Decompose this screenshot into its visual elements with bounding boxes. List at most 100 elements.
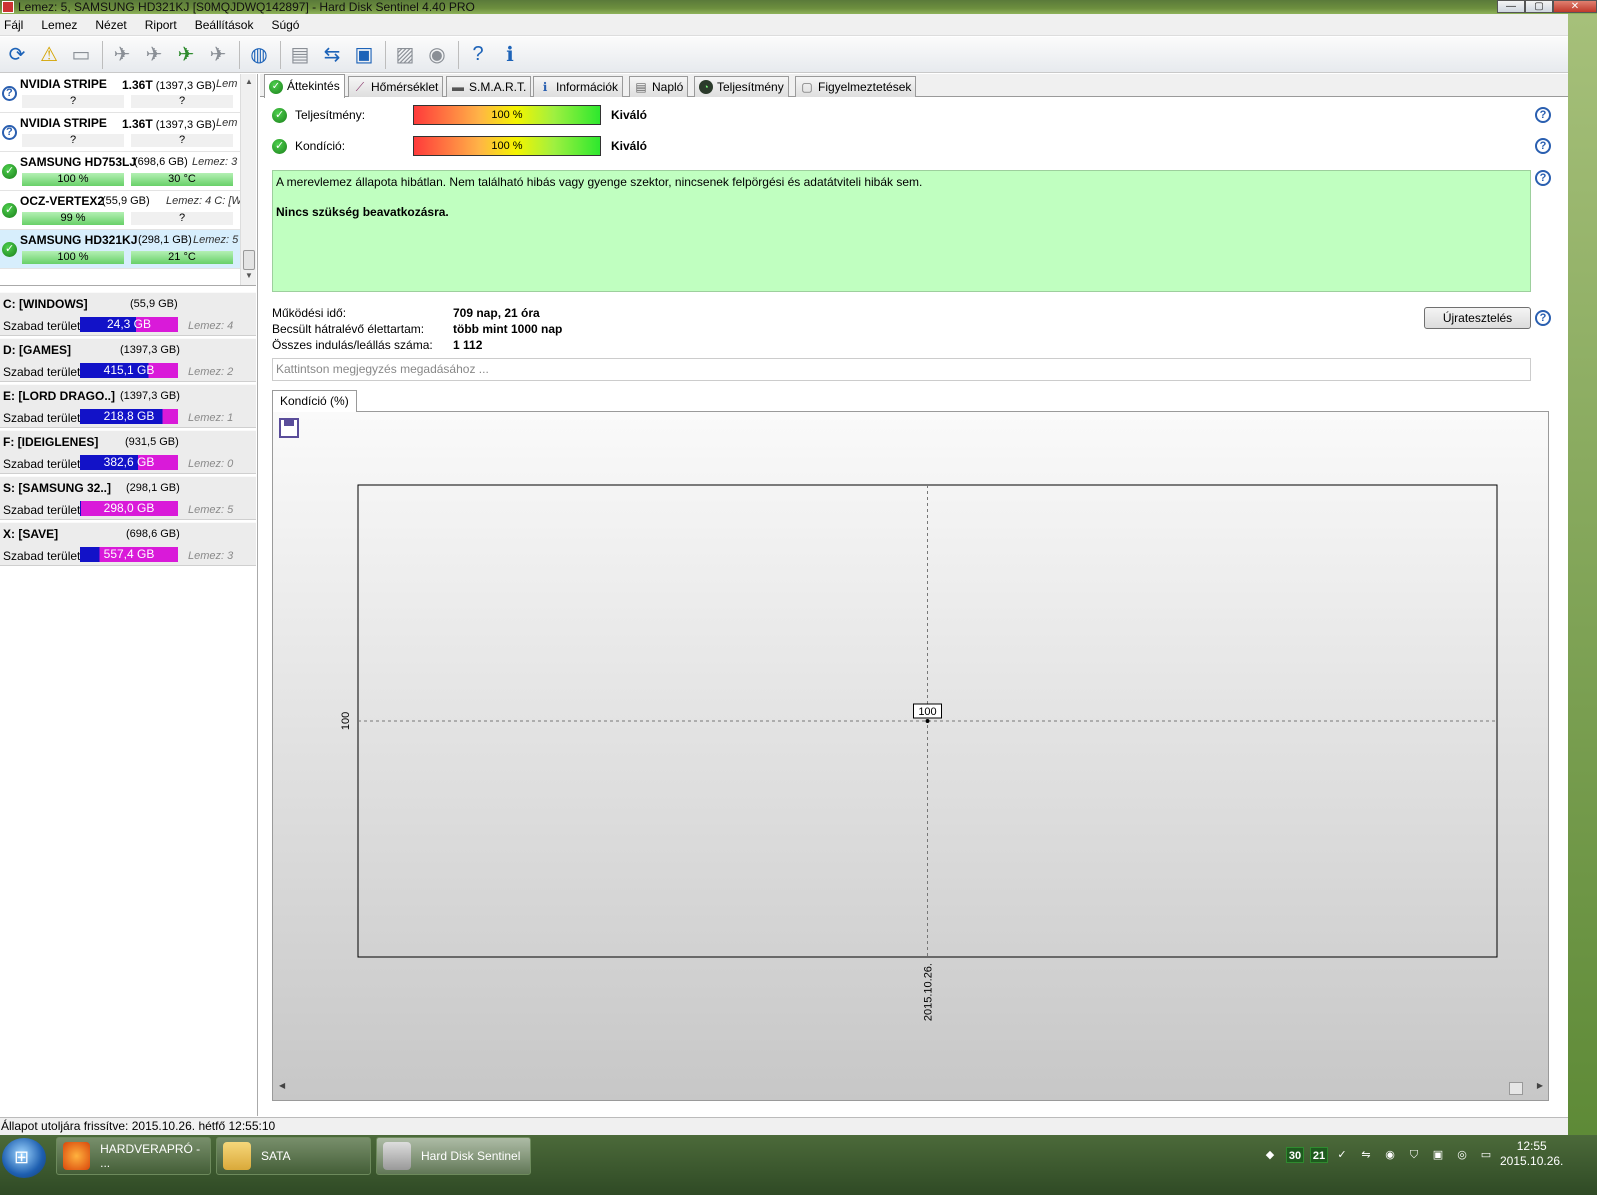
disk-name: NVIDIA STRIPE [20,116,107,130]
performance-gauge: 100 % [413,105,601,125]
clock[interactable]: 12:55 2015.10.26. [1500,1139,1563,1169]
volume-disk: Lemez: 3 [188,550,234,562]
info-icon: ℹ [542,80,548,94]
tab-label: Teljesítmény [717,79,784,94]
tab-temperature[interactable]: ⟋ Hőmérséklet [348,76,444,97]
disk-extra: Lem [216,78,238,90]
menu-help[interactable]: Súgó [269,18,307,32]
tab-information[interactable]: ℹ Információk [533,76,624,97]
tray-network-icon[interactable]: ▭ [1478,1147,1494,1163]
disk-item[interactable]: OCZ-VERTEX2 (55,9 GB) Lemez: 4 C: [WI 99… [0,191,245,230]
task-label: Hard Disk Sentinel [421,1149,521,1163]
status-bar: Állapot utoljára frissítve: 2015.10.26. … [0,1117,1568,1135]
tray-temp-2[interactable]: 21 [1310,1147,1328,1163]
free-space-bar: 298,0 GB [80,501,178,516]
satellite-icon[interactable]: ✈ [203,40,233,70]
speaker-icon[interactable]: ◉ [422,40,452,70]
start-button[interactable]: ⊞ [2,1138,46,1178]
disk-extra: Lemez: 4 C: [WI [166,195,245,207]
tray-usb-icon[interactable]: ⇋ [1358,1147,1374,1163]
scroll-right-icon[interactable]: ▶ [1537,1081,1543,1090]
tray-update-icon[interactable]: ◎ [1454,1147,1470,1163]
disk-size: 1.36T (1397,3 GB) [122,117,216,131]
volume-name: X: [SAVE] [3,527,59,541]
disk-item[interactable]: NVIDIA STRIPE 1.36T (1397,3 GB) Lem ? ? [0,74,240,113]
window-title: Lemez: 5, SAMSUNG HD321KJ [S0MQJDWQ14289… [18,0,475,14]
help-icon[interactable]: ? [1535,138,1551,154]
tab-condition-chart[interactable]: Kondíció (%) [272,390,357,412]
info-icon[interactable]: ℹ [495,40,525,70]
maximize-button[interactable]: ▢ [1525,0,1553,13]
disk-item[interactable]: SAMSUNG HD753LJ (698,6 GB) Lemez: 3 100 … [0,152,240,191]
disk-item-selected[interactable]: SAMSUNG HD321KJ (298,1 GB) Lemez: 5 100 … [0,230,240,269]
tray-nvidia-icon[interactable]: ▣ [1430,1147,1446,1163]
minimize-button[interactable]: — [1497,0,1525,13]
scroll-thumb[interactable] [1509,1082,1523,1095]
tray-shield-icon[interactable]: ⛉ [1406,1147,1422,1163]
task-label: HARDVERAPRÓ - ... [100,1142,201,1170]
lifetime-value: több mint 1000 nap [453,322,563,336]
volume-item[interactable]: E: [LORD DRAGO..] (1397,3 GB) Szabad ter… [0,384,256,428]
tab-alerts[interactable]: ▢ Figyelmeztetések [795,76,917,97]
scroll-up-icon[interactable]: ▲ [241,74,256,90]
help-icon[interactable]: ? [1535,310,1551,326]
menu-disk[interactable]: Lemez [39,18,85,32]
tab-log[interactable]: ▤ Napló [629,76,689,97]
sync-icon[interactable]: ⇆ [317,40,347,70]
task-folder[interactable]: SATA [216,1137,371,1175]
free-space-label: Szabad terület [3,549,81,563]
chart-scrollbar[interactable]: ◀ ▶ [279,1079,1543,1097]
satellite-icon[interactable]: ✈ [139,40,169,70]
close-button[interactable]: ✕ [1553,0,1597,13]
tab-smart[interactable]: ▬ S.M.A.R.T. [446,76,532,97]
tray-temp-1[interactable]: 30 [1286,1147,1304,1163]
retest-button[interactable]: Újratesztelés [1424,307,1531,329]
thermometer-icon: ⟋ [355,80,365,94]
volume-item[interactable]: S: [SAMSUNG 32..] (298,1 GB) Szabad terü… [0,476,256,520]
scroll-thumb[interactable] [243,250,255,270]
menu-file[interactable]: Fájl [2,18,31,32]
scroll-left-icon[interactable]: ◀ [279,1081,285,1090]
report-icon[interactable]: ▤ [285,40,315,70]
refresh-icon[interactable]: ⟳ [2,40,32,70]
help-icon[interactable]: ? [463,40,493,70]
scroll-down-icon[interactable]: ▼ [241,268,256,284]
tray-check-icon[interactable]: ✓ [1334,1147,1350,1163]
help-icon[interactable]: ? [1535,107,1551,123]
monitor-icon[interactable]: ▨ [390,40,420,70]
firefox-icon [63,1142,91,1170]
tray-app-icon[interactable]: ◆ [1262,1147,1278,1163]
menu-view[interactable]: Nézet [93,18,134,32]
free-space-bar: 382,6 GB [80,455,178,470]
menu-report[interactable]: Riport [143,18,185,32]
volume-name: C: [WINDOWS] [3,297,88,311]
network-icon[interactable]: ▣ [349,40,379,70]
tray-disc-icon[interactable]: ◉ [1382,1147,1398,1163]
tab-overview[interactable]: ✓ Áttekintés [264,74,345,98]
satellite-ok-icon[interactable]: ✈ [171,40,201,70]
free-space-label: Szabad terület [3,365,81,379]
system-tray: ◆ 30 21 ✓ ⇋ ◉ ⛉ ▣ ◎ ▭ [1262,1143,1502,1167]
task-firefox[interactable]: HARDVERAPRÓ - ... [56,1137,211,1175]
volume-item[interactable]: F: [IDEIGLENES] (931,5 GB) Szabad terüle… [0,430,256,474]
volume-size: (1397,3 GB) [120,344,180,356]
volume-item[interactable]: D: [GAMES] (1397,3 GB) Szabad terület 41… [0,338,256,382]
disk-icon[interactable]: ▭ [66,40,96,70]
disk-list-scrollbar[interactable]: ▲ ▼ [240,74,256,285]
task-hard-disk-sentinel[interactable]: Hard Disk Sentinel [376,1137,531,1175]
volume-size: (931,5 GB) [125,436,179,448]
satellite-icon[interactable]: ✈ [107,40,137,70]
disk-item[interactable]: NVIDIA STRIPE 1.36T (1397,3 GB) Lem ? ? [0,113,240,152]
globe-icon[interactable]: ◍ [244,40,274,70]
menu-settings[interactable]: Beállítások [193,18,262,32]
tab-performance[interactable]: ◔ Teljesítmény [694,76,789,97]
condition-gauge: 100 % [413,136,601,156]
tab-label: Információk [556,79,619,94]
volume-item[interactable]: C: [WINDOWS] (55,9 GB) Szabad terület 24… [0,292,256,336]
warning-icon[interactable]: ⚠ [34,40,64,70]
volume-disk: Lemez: 5 [188,504,234,516]
help-icon[interactable]: ? [1535,170,1551,186]
volume-item[interactable]: X: [SAVE] (698,6 GB) Szabad terület 557,… [0,522,256,566]
note-input[interactable]: Kattintson megjegyzés megadásához ... [272,358,1531,381]
status-recommendation: Nincs szükség beavatkozásra. [276,205,449,219]
